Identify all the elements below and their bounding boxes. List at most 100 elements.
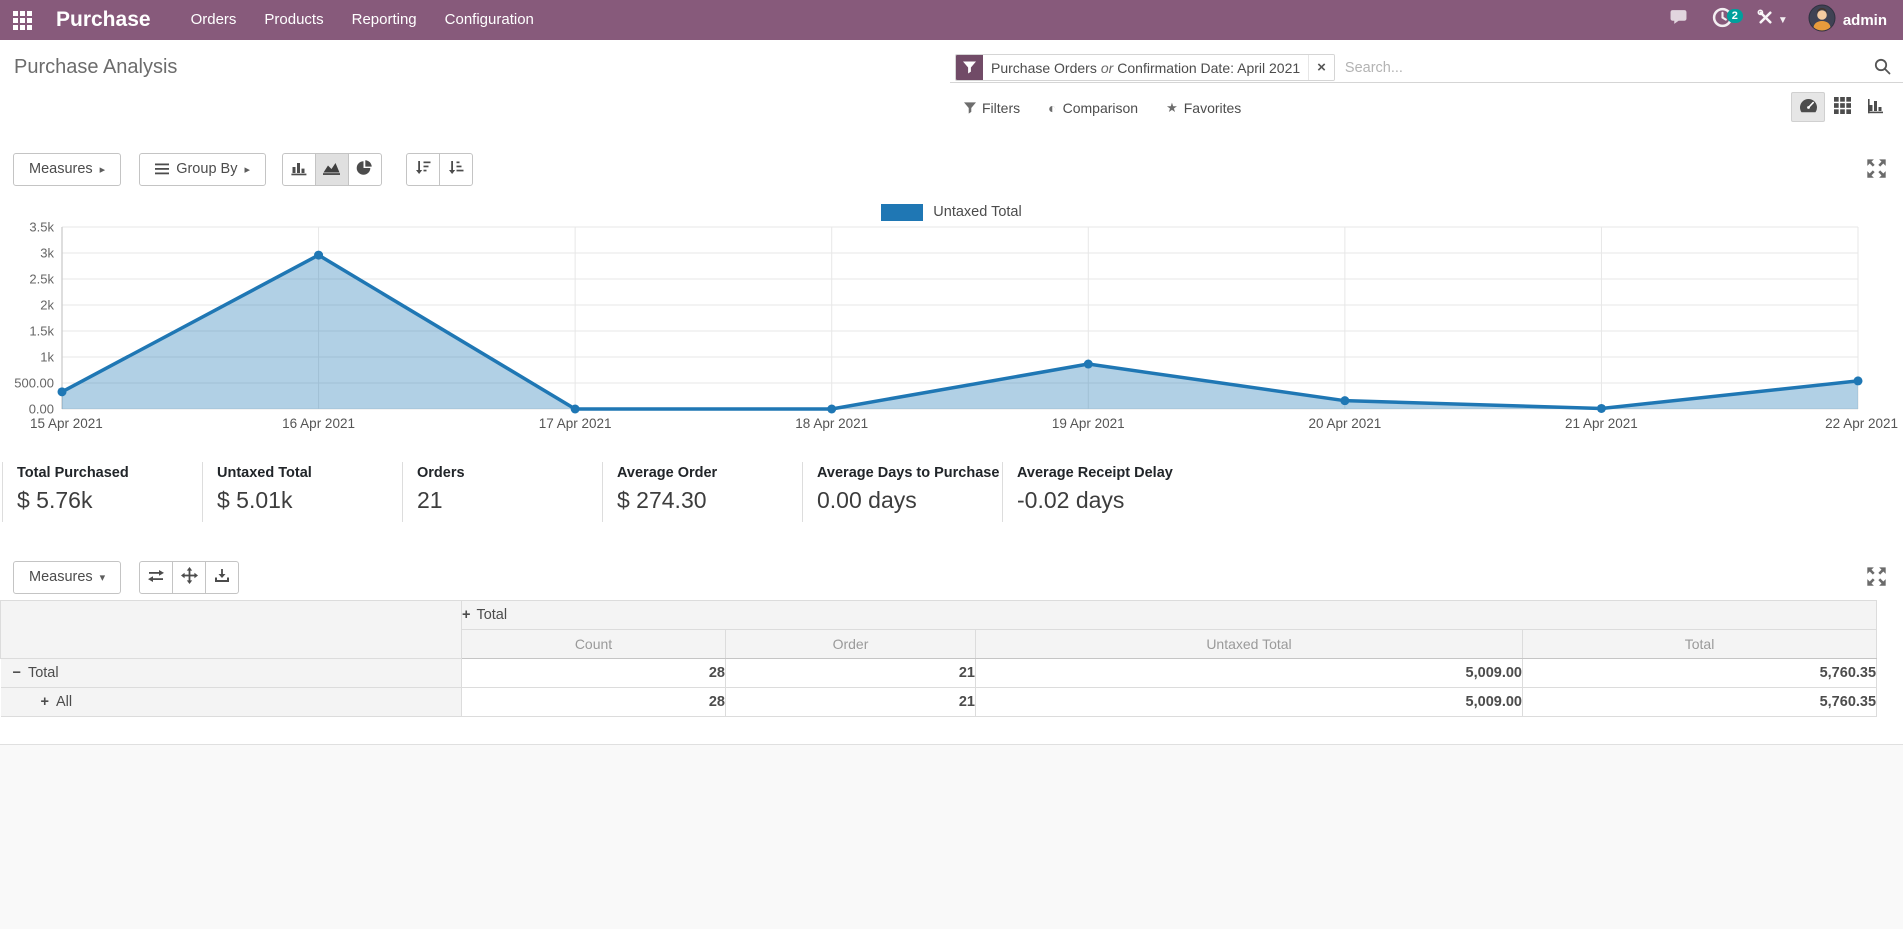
caret-down-icon: ▼	[1778, 15, 1788, 26]
pivot-header-count[interactable]: Count	[462, 630, 726, 659]
tachometer-icon	[1799, 98, 1818, 116]
svg-text:1k: 1k	[40, 350, 54, 365]
pivot-row-header-all[interactable]: +All	[1, 688, 462, 717]
apps-menu-button[interactable]	[0, 11, 44, 30]
download-xlsx-button[interactable]	[205, 561, 239, 594]
pivot-fullscreen-button[interactable]	[1866, 566, 1887, 590]
kpi-orders: Orders 21	[402, 462, 602, 522]
pie-chart-type-button[interactable]	[348, 153, 382, 186]
svg-text:18 Apr 2021: 18 Apr 2021	[795, 416, 868, 431]
group-by-button[interactable]: Group By ▸	[139, 153, 266, 186]
pivot-column-group-total[interactable]: +Total	[462, 601, 1877, 630]
kpi-average-order: Average Order $ 274.30	[602, 462, 802, 522]
comparison-menu[interactable]: ◐ Comparison	[1048, 100, 1138, 116]
flip-axis-button[interactable]	[139, 561, 173, 594]
dashboard-fullscreen-button[interactable]	[1866, 158, 1887, 182]
dashboard-view-button[interactable]	[1791, 92, 1825, 122]
caret-right-icon: ▸	[244, 163, 250, 176]
pivot-header-untaxed-total[interactable]: Untaxed Total	[976, 630, 1523, 659]
facet-remove-button[interactable]: ×	[1308, 55, 1334, 80]
chart-type-switcher	[282, 153, 382, 186]
svg-text:17 Apr 2021: 17 Apr 2021	[539, 416, 612, 431]
kpi-label: Untaxed Total	[217, 465, 402, 481]
legend-swatch	[881, 204, 923, 221]
measures-label: Measures	[29, 161, 93, 177]
kpi-label: Orders	[417, 465, 602, 481]
favorites-label: Favorites	[1184, 100, 1242, 116]
debug-tools-button[interactable]: ▼	[1745, 9, 1800, 31]
app-name[interactable]: Purchase	[56, 8, 151, 32]
sort-desc-icon	[415, 160, 431, 178]
menu-orders[interactable]: Orders	[177, 0, 251, 40]
top-navbar: Purchase Orders Products Reporting Confi…	[0, 0, 1903, 40]
cell-total-total: 5,760.35	[1523, 659, 1877, 688]
messages-button[interactable]	[1657, 9, 1700, 31]
pivot-measures-label: Measures	[29, 569, 93, 585]
pivot-header-total[interactable]: Total	[1523, 630, 1877, 659]
dashboard-toolbar: Measures ▸ Group By ▸	[13, 152, 1903, 186]
pivot-row-header-total[interactable]: −Total	[1, 659, 462, 688]
kpi-value: $ 274.30	[617, 487, 802, 514]
svg-text:22 Apr 2021: 22 Apr 2021	[1825, 416, 1898, 431]
exchange-icon	[147, 569, 165, 586]
user-name: admin	[1843, 12, 1887, 29]
pivot-view-button[interactable]	[1825, 92, 1859, 122]
chart-legend[interactable]: Untaxed Total	[0, 202, 1903, 222]
measures-button[interactable]: Measures ▸	[13, 153, 121, 186]
row-label: Total	[28, 665, 59, 681]
expand-all-button[interactable]	[172, 561, 206, 594]
kpi-value: -0.02 days	[1017, 487, 1202, 514]
facet-part1: Purchase Orders	[991, 60, 1097, 76]
magnifier-icon	[1874, 58, 1891, 78]
cell-total-order: 21	[726, 659, 976, 688]
activities-button[interactable]: 2	[1700, 7, 1745, 33]
pivot-header-order[interactable]: Order	[726, 630, 976, 659]
favorites-menu[interactable]: ★ Favorites	[1166, 100, 1241, 116]
pivot-tools	[139, 561, 239, 594]
kpi-label: Average Days to Purchase	[817, 465, 1002, 481]
svg-text:0.00: 0.00	[29, 402, 54, 417]
arrows-move-icon	[181, 567, 198, 587]
pivot-row-total: −Total 28 21 5,009.00 5,760.35	[1, 659, 1877, 688]
cell-all-order: 21	[726, 688, 976, 717]
sort-ascending-button[interactable]	[439, 153, 473, 186]
pivot-measures-button[interactable]: Measures ▾	[13, 561, 121, 594]
plus-icon[interactable]: +	[462, 607, 470, 623]
plus-icon[interactable]: +	[41, 694, 49, 710]
user-menu[interactable]: admin	[1800, 4, 1903, 37]
comparison-label: Comparison	[1063, 100, 1138, 116]
menu-reporting[interactable]: Reporting	[338, 0, 431, 40]
untaxed-total-area-chart[interactable]: 0.00500.001k1.5k2k2.5k3k3.5k15 Apr 20211…	[0, 222, 1903, 452]
minus-icon[interactable]: −	[13, 665, 21, 681]
apps-grid-icon	[13, 11, 32, 30]
kpi-untaxed-total: Untaxed Total $ 5.01k	[202, 462, 402, 522]
bar-chart-type-button[interactable]	[282, 153, 316, 186]
comparison-adjust-icon: ◐	[1048, 100, 1056, 116]
menu-configuration[interactable]: Configuration	[431, 0, 548, 40]
bar-chart-icon	[1867, 98, 1885, 117]
svg-text:21 Apr 2021: 21 Apr 2021	[1565, 416, 1638, 431]
search-menus-row: Filters ◐ Comparison ★ Favorites	[950, 92, 1903, 124]
caret-right-icon: ▸	[100, 163, 106, 176]
navbar-right: 2 ▼ admin	[1657, 0, 1903, 40]
activity-count-badge: 2	[1727, 9, 1743, 23]
filters-menu[interactable]: Filters	[964, 100, 1020, 116]
sort-switcher	[406, 153, 473, 186]
facet-text: Purchase Orders or Confirmation Date: Ap…	[983, 55, 1308, 80]
search-button[interactable]	[1870, 58, 1903, 78]
graph-view-button[interactable]	[1859, 92, 1893, 122]
facet-filter-icon	[956, 55, 983, 80]
kpi-row: Total Purchased $ 5.76k Untaxed Total $ …	[0, 462, 1903, 522]
line-chart-type-button[interactable]	[315, 153, 349, 186]
search-input[interactable]	[1335, 60, 1870, 76]
sort-descending-button[interactable]	[406, 153, 440, 186]
menu-products[interactable]: Products	[250, 0, 337, 40]
bar-chart-icon	[290, 160, 308, 179]
kpi-value: $ 5.76k	[17, 487, 202, 514]
kpi-value: 0.00 days	[817, 487, 1002, 514]
kpi-label: Total Purchased	[17, 465, 202, 481]
cell-all-untaxed: 5,009.00	[976, 688, 1523, 717]
svg-text:16 Apr 2021: 16 Apr 2021	[282, 416, 355, 431]
svg-text:2.5k: 2.5k	[29, 272, 54, 287]
area-chart-icon	[322, 160, 341, 179]
